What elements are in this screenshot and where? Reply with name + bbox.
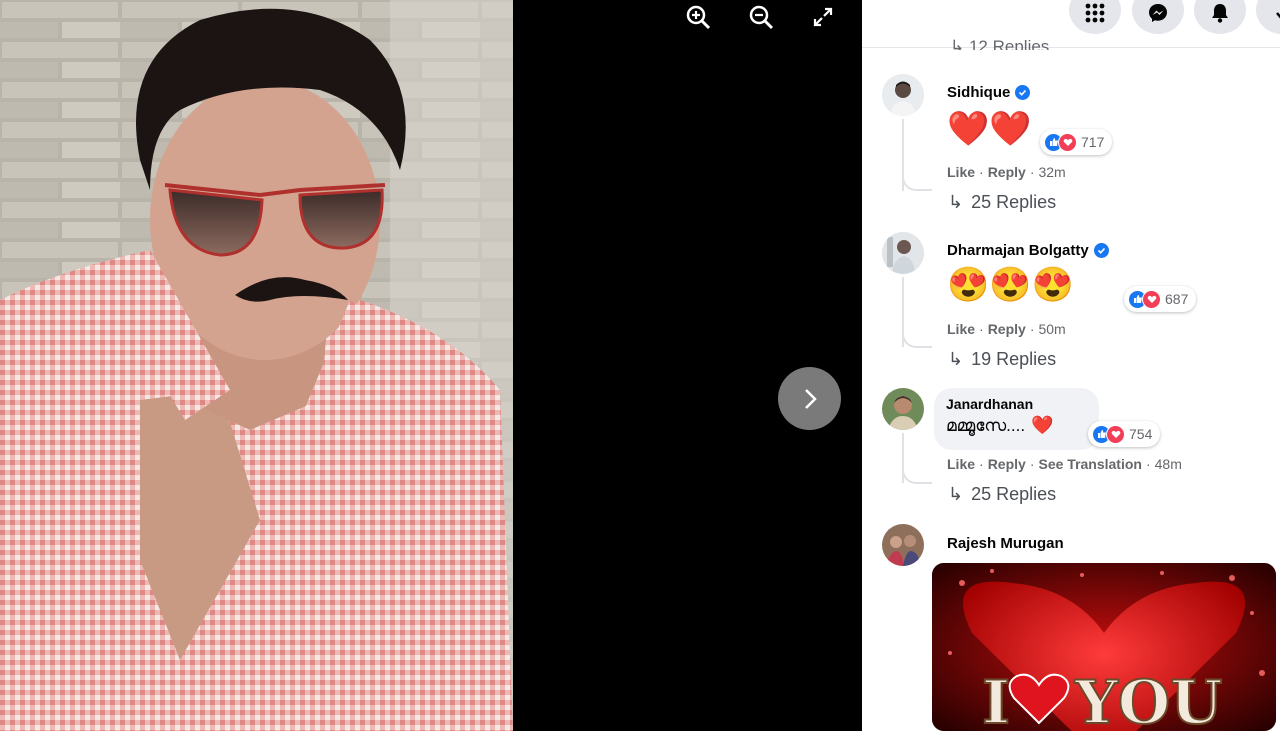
comment-author[interactable]: Janardhanan: [946, 396, 1087, 412]
comment-item: Janardhanan മമ്മൂസേ.... ❤️ 754 Like · Rep…: [862, 388, 1280, 518]
reply-link[interactable]: Reply: [988, 456, 1026, 472]
gif-letter-i: I: [982, 668, 1010, 731]
comment-item: Sidhique ❤️❤️ 717 Like · Reply · 32m ↳ 25 …: [862, 74, 1280, 224]
zoom-out-icon[interactable]: [746, 2, 776, 32]
comment-actions: Like · Reply · 32m: [947, 164, 1066, 180]
man-with-sunglasses-photo: [0, 0, 513, 731]
i-love-you-gif: I YOU: [932, 563, 1276, 731]
comment-timestamp[interactable]: 50m: [1038, 321, 1065, 337]
verified-badge-icon: [1093, 243, 1109, 258]
view-replies-link[interactable]: ↳ 19 Replies: [948, 349, 1056, 370]
avatar[interactable]: [882, 74, 924, 116]
reaction-summary[interactable]: 687: [1124, 286, 1197, 312]
reply-link[interactable]: Reply: [988, 164, 1026, 180]
apps-grid-icon[interactable]: [1069, 0, 1121, 34]
zoom-in-icon[interactable]: [683, 2, 713, 32]
gif-letters-you: YOU: [1074, 668, 1222, 731]
like-link[interactable]: Like: [947, 321, 975, 337]
view-replies-link[interactable]: ↳ 25 Replies: [948, 192, 1056, 213]
verified-badge-icon: [1015, 85, 1031, 100]
top-navigation-bar: [862, 0, 1280, 48]
comment-emoji-content: ❤️❤️: [947, 110, 1032, 148]
thread-curve: [902, 328, 932, 348]
comment-text: മമ്മൂസേ....: [946, 415, 1026, 435]
heart-emoji: ❤️: [1031, 415, 1054, 435]
reply-arrow-icon: ↳: [950, 37, 969, 50]
like-link[interactable]: Like: [947, 164, 975, 180]
love-reaction-icon: [1058, 132, 1077, 152]
reply-link[interactable]: Reply: [988, 321, 1026, 337]
like-link[interactable]: Like: [947, 456, 975, 472]
comment-timestamp[interactable]: 32m: [1038, 164, 1065, 180]
chevron-down-icon[interactable]: [1256, 0, 1280, 34]
avatar[interactable]: [882, 388, 924, 430]
post-photo: [0, 0, 513, 731]
reaction-summary[interactable]: 717: [1040, 129, 1113, 155]
avatar[interactable]: [882, 232, 924, 274]
love-reaction-icon: [1106, 424, 1125, 444]
comment-emoji-content: 😍😍😍: [947, 266, 1075, 304]
comment-item: Dharmajan Bolgatty 😍😍😍 687 Like · Reply · …: [862, 232, 1280, 382]
thread-curve: [902, 171, 932, 191]
fullscreen-icon[interactable]: [808, 2, 838, 32]
messenger-icon[interactable]: [1132, 0, 1184, 34]
love-reaction-icon: [1142, 289, 1161, 309]
comment-bubble: Janardhanan മമ്മൂസേ.... ❤️: [934, 388, 1099, 450]
comment-actions: Like · Reply · 50m: [947, 321, 1066, 337]
bell-icon[interactable]: [1194, 0, 1246, 34]
next-photo-button[interactable]: [778, 367, 841, 430]
comment-author[interactable]: Rajesh Murugan: [947, 535, 1064, 552]
thread-curve: [902, 464, 932, 484]
reply-arrow-icon: ↳: [948, 349, 964, 369]
reply-arrow-icon: ↳: [948, 484, 964, 504]
view-replies-link[interactable]: ↳ 25 Replies: [948, 484, 1056, 505]
comment-gif[interactable]: I YOU: [932, 563, 1276, 731]
photo-viewer: [0, 0, 862, 731]
comment-actions: Like · Reply · See Translation · 48m: [947, 456, 1182, 472]
comment-timestamp[interactable]: 48m: [1155, 456, 1182, 472]
reaction-summary[interactable]: 754: [1088, 421, 1161, 447]
chevron-right-icon: [804, 388, 817, 409]
comment-author[interactable]: Sidhique: [947, 84, 1031, 101]
avatar[interactable]: [882, 524, 924, 566]
reply-arrow-icon: ↳: [948, 192, 964, 212]
see-translation-link[interactable]: See Translation: [1038, 456, 1141, 472]
comment-author[interactable]: Dharmajan Bolgatty: [947, 242, 1109, 259]
replies-link-partial[interactable]: ↳ 12 Replies: [950, 37, 1049, 50]
